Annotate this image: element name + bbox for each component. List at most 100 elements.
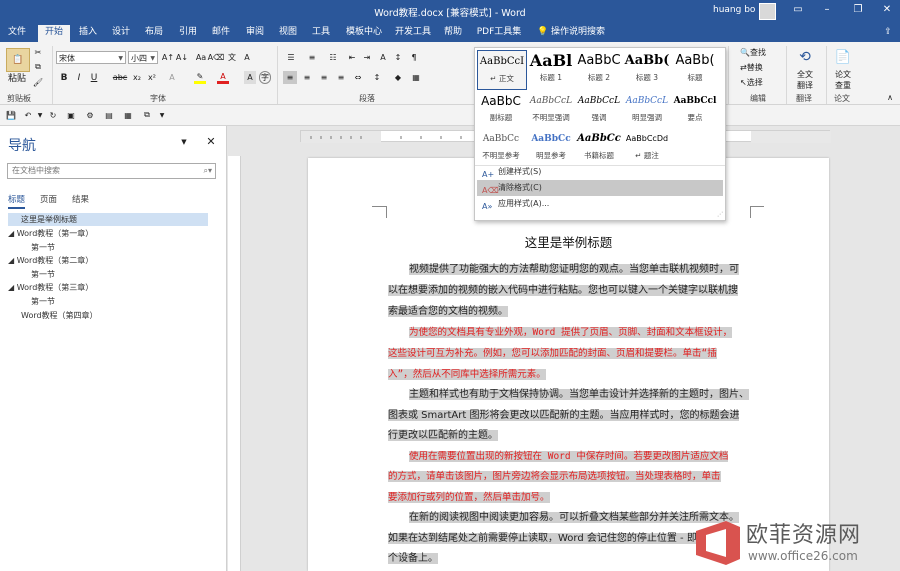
tab-results[interactable]: 结果 (72, 193, 89, 205)
change-case-icon[interactable]: Aa (195, 51, 207, 64)
replace-button[interactable]: ⇄ 替换 (740, 61, 778, 73)
tab-mailings[interactable]: 邮件 (208, 25, 234, 42)
nav-heading-item[interactable]: 这里是举例标题 (8, 213, 208, 226)
phonetic-guide-icon[interactable]: 文 (226, 51, 238, 64)
align-right-icon[interactable]: ≡ (317, 71, 331, 84)
style-book-title[interactable]: AaBbCc 书籍标题 (575, 128, 623, 166)
align-center-icon[interactable]: ≡ (300, 71, 314, 84)
nav-heading-item[interactable]: 第一节 (31, 295, 55, 308)
paragraph-line[interactable]: 为使您的文档具有专业外观，Word 提供了页眉、页脚、封面和文本框设计， (388, 323, 733, 343)
share-network-icon[interactable]: ⚙ (84, 109, 96, 121)
style-heading-2[interactable]: AaBbC 标题 2 (575, 50, 623, 88)
caret-down-icon[interactable]: ◢ (8, 229, 14, 238)
full-translate-label-1[interactable]: 全文 (792, 69, 818, 79)
enclose-characters-icon[interactable]: 字 (259, 71, 271, 84)
font-name-select[interactable]: 宋体 ▼ (56, 51, 126, 64)
tell-me-search[interactable]: 💡 操作说明搜索 (533, 25, 609, 42)
nav-heading-item[interactable]: 第一节 (31, 241, 55, 254)
customize-qat-icon[interactable]: ▼ (157, 109, 167, 121)
collapse-ribbon-icon[interactable]: ∧ (884, 92, 896, 102)
user-name[interactable]: huang bo (713, 5, 755, 15)
align-left-icon[interactable]: ≡ (283, 71, 297, 84)
tab-file[interactable]: 文件 (4, 25, 30, 42)
tab-headings[interactable]: 标题 (8, 193, 26, 209)
paragraph-line[interactable]: 以在想要添加的视频的嵌入代码中进行粘贴。您也可以键入一个关键字以联机搜 (388, 281, 738, 301)
close-icon[interactable]: ✕ (880, 4, 894, 16)
paragraph-line[interactable]: 使用在需要位置出现的新按钮在 Word 中保存时间。若要更改图片适应文档 (388, 447, 729, 467)
nav-heading-item[interactable]: 第一节 (31, 268, 55, 281)
multilevel-list-icon[interactable]: ☷ (325, 51, 341, 64)
shrink-font-icon[interactable]: A↓ (176, 51, 188, 64)
character-shading-icon[interactable]: A (244, 71, 256, 84)
paragraph-line[interactable]: 行更改以匹配新的主题。 (388, 426, 498, 446)
style-intense-reference[interactable]: AaBbCc 明显参考 (527, 128, 575, 166)
line-spacing-icon[interactable]: ↕ (370, 71, 384, 84)
style-strong[interactable]: AaBbCcl 要点 (671, 90, 719, 128)
search-input[interactable]: 在文档中搜索 ⌕▾ (7, 163, 216, 179)
pages-icon[interactable]: ⧉ (141, 109, 153, 121)
character-border-icon[interactable]: A (241, 51, 253, 64)
subscript-icon[interactable]: x₂ (131, 71, 143, 84)
justify-icon[interactable]: ≡ (334, 71, 348, 84)
document-icon[interactable]: ▤ (103, 109, 115, 121)
resize-grip-icon[interactable]: ⋰ (717, 211, 723, 218)
decrease-indent-icon[interactable]: ⇤ (346, 51, 358, 64)
save-icon[interactable]: 💾 (5, 109, 17, 121)
underline-icon[interactable]: U (88, 71, 100, 84)
grow-font-icon[interactable]: A↑ (162, 51, 174, 64)
style-heading-1[interactable]: AaBl 标题 1 (527, 50, 575, 88)
tab-developer[interactable]: 开发工具 (392, 25, 434, 42)
paragraph-line[interactable]: 这些设计可互为补充。例如，您可以添加匹配的封面、页眉和提要栏。单击“插 (388, 344, 717, 364)
style-subtitle[interactable]: AaBbC 副标题 (477, 90, 525, 128)
full-translate-label-2[interactable]: 翻译 (792, 80, 818, 90)
minimize-icon[interactable]: – (820, 4, 834, 16)
tab-pdf-tools[interactable]: PDF工具集 (474, 25, 524, 42)
maximize-icon[interactable]: ❐ (851, 4, 865, 16)
paragraph-line[interactable]: 入”，然后从不同库中选择所需元素。 (388, 365, 546, 385)
borders-icon[interactable]: ▦ (409, 71, 423, 84)
caret-down-icon[interactable]: ◢ (8, 256, 14, 265)
tab-template-center[interactable]: 模板中心 (343, 25, 385, 42)
paragraph-line[interactable]: 的方式，请单击该图片，图片旁边将会显示布局选项按钮。当处理表格时，单击 (388, 467, 721, 487)
distributed-icon[interactable]: ⇔ (351, 71, 365, 84)
clear-formatting-icon[interactable]: A⌫ (208, 51, 225, 64)
tab-help[interactable]: 帮助 (440, 25, 466, 42)
undo-icon[interactable]: ↶ (22, 109, 34, 121)
share-icon[interactable]: ⇪ (880, 25, 896, 42)
apply-styles-menu-item[interactable]: A» 应用样式(A)... (477, 196, 723, 212)
caret-down-icon[interactable]: ◢ (8, 283, 14, 292)
paragraph-line[interactable]: 主题和样式也有助于文档保持协调。当您单击设计并选择新的主题时，图片、 (388, 385, 749, 405)
select-button[interactable]: ↖ 选择 (740, 76, 778, 88)
translate-icon[interactable]: ⟲ (794, 47, 816, 67)
tab-pages[interactable]: 页面 (40, 193, 57, 205)
style-title[interactable]: AaBb( 标题 (671, 50, 719, 88)
search-icon[interactable]: ⌕▾ (204, 164, 213, 178)
tab-home[interactable]: 开始 (38, 25, 70, 42)
paragraph-line[interactable]: 如果在达到结尾处之前需要停止读取，Word 会记住您的停止位置 - 即使在另一 (388, 529, 737, 549)
shading-icon[interactable]: ◆ (391, 71, 405, 84)
sort-icon[interactable]: ↕ (392, 51, 404, 64)
paste-icon[interactable]: 📋 (6, 48, 30, 72)
clear-formatting-menu-item[interactable]: A⌫ 清除格式(C) (477, 180, 723, 196)
style-normal[interactable]: AaBbCcI ↵ 正文 (477, 50, 527, 90)
copy-icon[interactable]: ⧉ (32, 61, 44, 73)
find-button[interactable]: 🔍 查找 (740, 46, 778, 58)
style-subtle-reference[interactable]: AaBbCc 不明显参考 (477, 128, 525, 166)
show-marks-icon[interactable]: ¶ (408, 51, 420, 64)
style-heading-3[interactable]: AaBb( 标题 3 (623, 50, 671, 88)
bullets-icon[interactable]: ☰ (283, 51, 299, 64)
tab-references[interactable]: 引用 (175, 25, 201, 42)
style-caption[interactable]: AaBbCcDd ↵ 题注 (623, 128, 671, 166)
chinese-layout-icon[interactable]: A (377, 51, 389, 64)
vertical-ruler[interactable] (228, 156, 241, 571)
chevron-down-icon[interactable]: ▼ (179, 137, 189, 147)
paragraph-line[interactable]: 个设备上。 (388, 549, 438, 569)
numbering-icon[interactable]: ≡ (304, 51, 320, 64)
increase-indent-icon[interactable]: ⇥ (361, 51, 373, 64)
style-emphasis[interactable]: AaBbCcL 强调 (575, 90, 623, 128)
tab-design[interactable]: 设计 (108, 25, 134, 42)
redo-icon[interactable]: ↻ (47, 109, 59, 121)
cut-icon[interactable]: ✂ (32, 46, 44, 58)
create-style-menu-item[interactable]: A+ 创建样式(S) (477, 164, 723, 180)
tab-insert[interactable]: 插入 (75, 25, 101, 42)
